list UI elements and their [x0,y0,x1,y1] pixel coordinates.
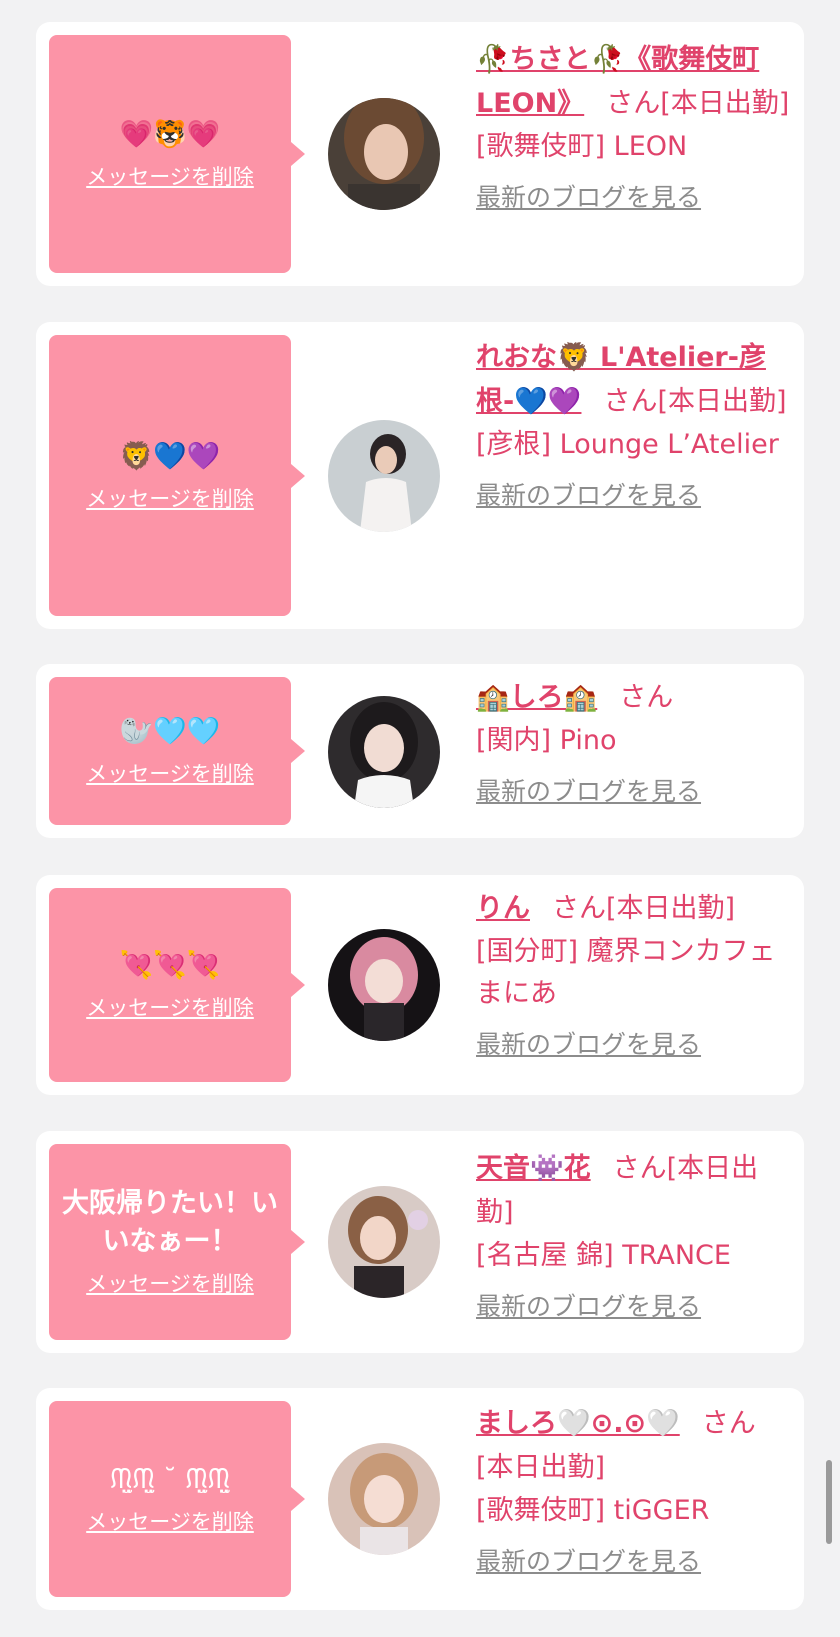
status-text: [本日出勤] [660,88,790,119]
view-blog-link[interactable]: 最新のブログを見る [476,772,792,812]
message-card: ᙏ̤̫ᙏ̤̫ ˘ ᙏ̤̫ᙏ̤̫ メッセージを削除 ましろ🤍⊙.⊙🤍 さん [本日出勤… [36,1388,804,1610]
view-blog-link[interactable]: 最新のブログを見る [476,476,792,516]
shop-name: [彦根] Lounge L’Atelier [476,429,779,460]
message-card: 💘💘💘 メッセージを削除 りん さん[本日出勤] [国分町] 魔界コンカフェ まに… [36,875,804,1095]
cast-name-link[interactable]: ましろ🤍⊙.⊙🤍 [476,1408,680,1439]
honorific: さん [603,386,658,417]
cast-name-link[interactable]: りん [476,893,530,924]
message-bubble: 🦭🩵🩵 メッセージを削除 [49,677,305,825]
shop-name: [名古屋 錦] TRANCE [476,1240,731,1271]
message-text: 大阪帰りたい！いいなぁー！ [62,1188,278,1257]
message-text: 💗🐯💗 [119,119,221,150]
message-card: 大阪帰りたい！いいなぁー！ メッセージを削除 天音👾花 さん[本日出勤] [名古屋… [36,1131,804,1353]
message-card: 🦁💙💜 メッセージを削除 れおな🦁 L'Atelier-彦根-💙💜 さん[本日出勤… [36,322,804,629]
cast-info: ましろ🤍⊙.⊙🤍 さん [本日出勤] [歌舞伎町] tiGGER 最新のブログを見る [476,1402,792,1582]
message-bubble: 💘💘💘 メッセージを削除 [49,888,305,1082]
delete-message-link[interactable]: メッセージを削除 [86,162,254,192]
view-blog-link[interactable]: 最新のブログを見る [476,178,792,218]
status-text: [本日出勤] [657,386,787,417]
message-bubble: 💗🐯💗 メッセージを削除 [49,35,305,273]
view-blog-link[interactable]: 最新のブログを見る [476,1025,792,1065]
message-card: 🦭🩵🩵 メッセージを削除 🏫しろ🏫 さん [関内] Pino 最新のブログを見る [36,664,804,838]
status-text: [本日出勤] [476,1452,606,1483]
message-text: 🦭🩵🩵 [119,716,221,747]
cast-name-link[interactable]: 🏫しろ🏫 [476,682,597,713]
message-text: 🦁💙💜 [119,440,221,472]
cast-info: 🥀ちさと🥀《歌舞伎町LEON》 さん[本日出勤] [歌舞伎町] LEON 最新のブ… [476,38,792,218]
message-bubble: 大阪帰りたい！いいなぁー！ メッセージを削除 [49,1144,305,1340]
status-text: [本日出勤] [606,893,736,924]
scrollbar[interactable] [826,1460,832,1544]
message-text: 💘💘💘 [119,950,221,981]
cast-name-link[interactable]: 天音👾花 [476,1153,591,1184]
message-bubble: 🦁💙💜 メッセージを削除 [49,335,305,616]
delete-message-link[interactable]: メッセージを削除 [86,993,254,1023]
honorific: さん [619,682,674,713]
cast-info: 天音👾花 さん[本日出勤] [名古屋 錦] TRANCE 最新のブログを見る [476,1147,792,1327]
delete-message-link[interactable]: メッセージを削除 [86,1507,254,1537]
delete-message-link[interactable]: メッセージを削除 [86,759,254,789]
avatar[interactable] [328,696,440,808]
avatar[interactable] [328,98,440,210]
avatar[interactable] [328,420,440,532]
honorific: さん [612,1153,667,1184]
delete-message-link[interactable]: メッセージを削除 [86,484,254,514]
message-card: 💗🐯💗 メッセージを削除 🥀ちさと🥀《歌舞伎町LEON》 さん[本日出勤] [歌舞… [36,22,804,286]
message-text: ᙏ̤̫ᙏ̤̫ ˘ ᙏ̤̫ᙏ̤̫ [110,1464,230,1495]
shop-name: [国分町] 魔界コンカフェ まにあ [476,936,776,1009]
avatar[interactable] [328,1443,440,1555]
shop-name: [歌舞伎町] LEON [476,131,688,162]
view-blog-link[interactable]: 最新のブログを見る [476,1542,792,1582]
cast-info: 🏫しろ🏫 さん [関内] Pino 最新のブログを見る [476,676,792,812]
honorific: さん [552,893,606,924]
avatar[interactable] [328,929,440,1041]
delete-message-link[interactable]: メッセージを削除 [86,1269,254,1299]
view-blog-link[interactable]: 最新のブログを見る [476,1287,792,1327]
message-bubble: ᙏ̤̫ᙏ̤̫ ˘ ᙏ̤̫ᙏ̤̫ メッセージを削除 [49,1401,305,1597]
cast-info: れおな🦁 L'Atelier-彦根-💙💜 さん[本日出勤] [彦根] Lounge… [476,336,792,516]
honorific: さん [701,1408,756,1439]
honorific: さん [606,88,661,119]
shop-name: [関内] Pino [476,725,617,756]
avatar[interactable] [328,1186,440,1298]
shop-name: [歌舞伎町] tiGGER [476,1495,710,1526]
cast-info: りん さん[本日出勤] [国分町] 魔界コンカフェ まにあ 最新のブログを見る [476,887,792,1065]
